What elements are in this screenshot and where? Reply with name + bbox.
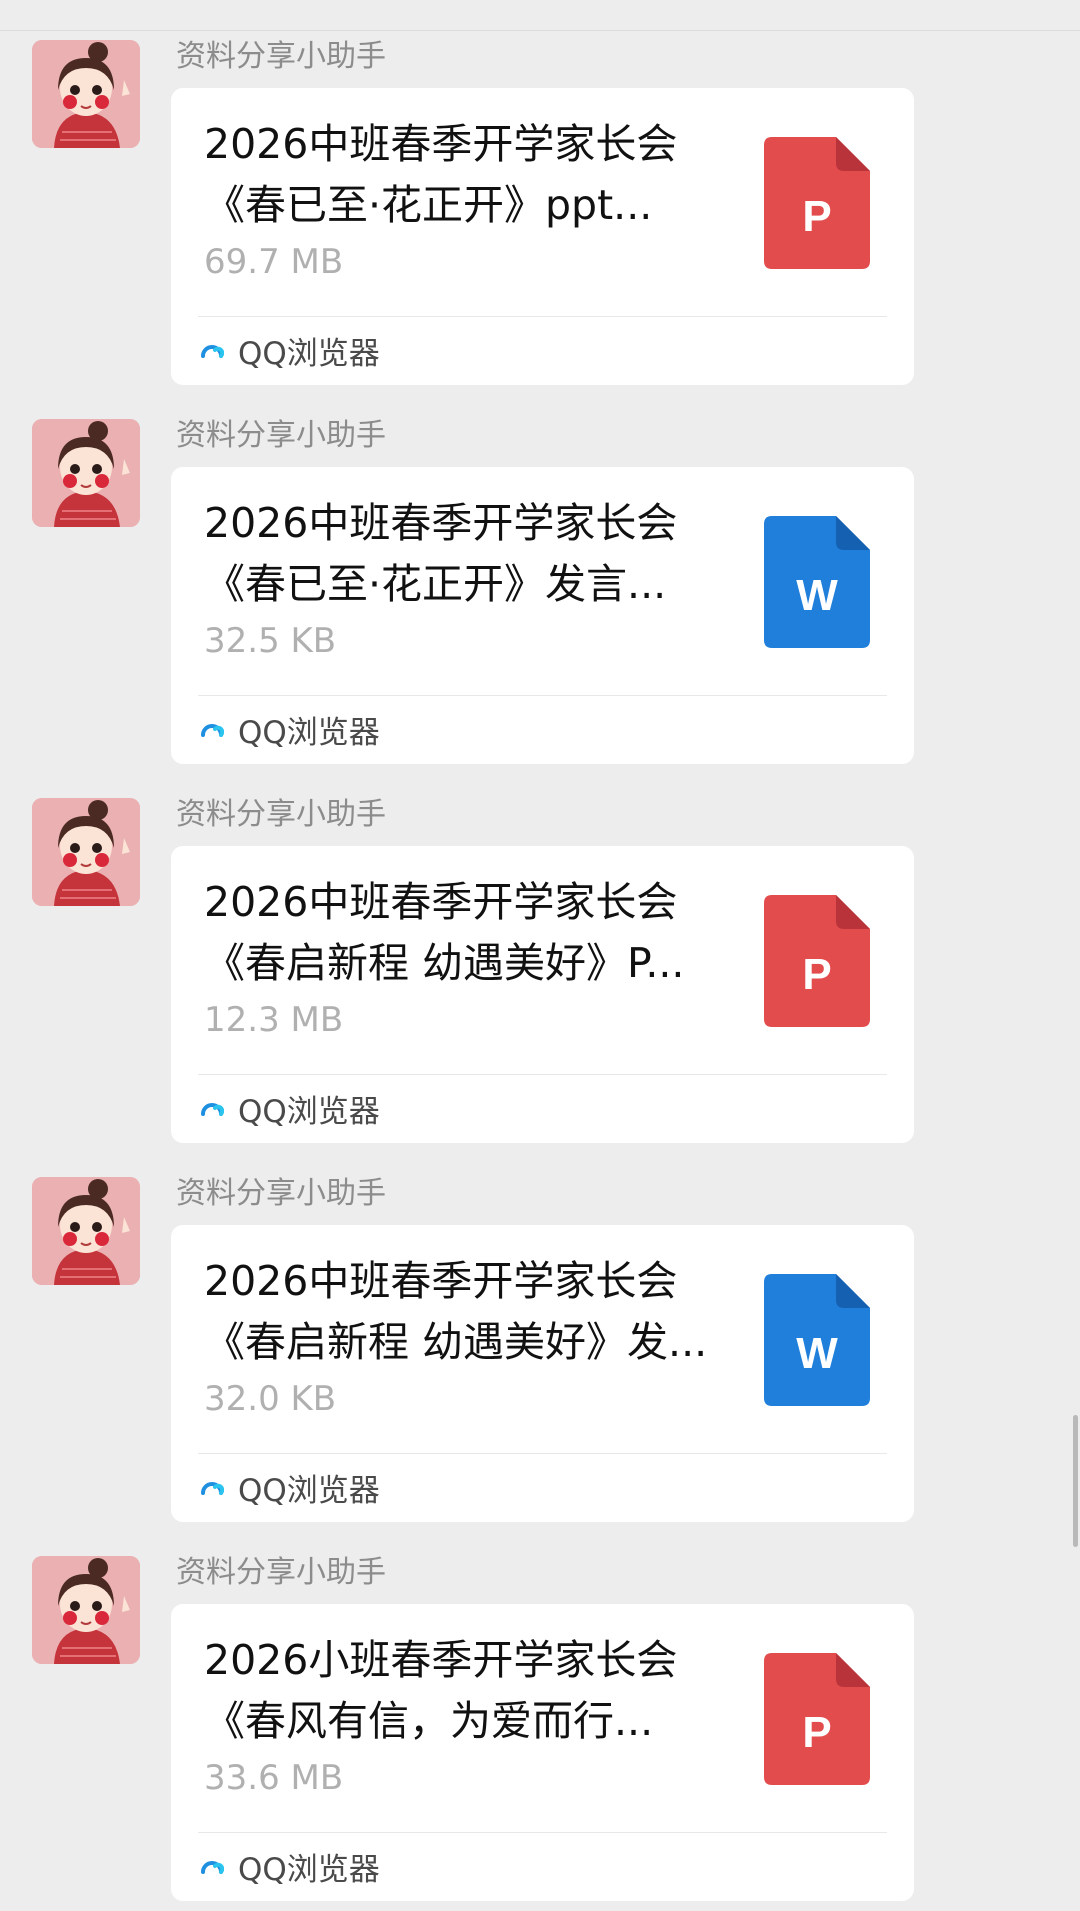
file-title: 2026中班春季开学家长会 《春已至·花正开》ppt... (204, 114, 734, 236)
source-label: QQ浏览器 (238, 1093, 380, 1130)
file-size: 33.6 MB (204, 1758, 344, 1798)
file-title-line1: 2026小班春季开学家长会 (204, 1636, 678, 1684)
file-title: 2026中班春季开学家长会 《春启新程 幼遇美好》发... (204, 1251, 734, 1373)
qq-browser-icon (201, 1482, 224, 1495)
source-app: QQ浏览器 (200, 1086, 380, 1130)
source-label: QQ浏览器 (238, 1472, 380, 1509)
chat-message: 资料分享小助手 2026小班春季开学家长会 《春风有信，为爱而行... 33.6… (0, 1551, 1080, 1911)
chat-message: 资料分享小助手 2026中班春季开学家长会 《春启新程 幼遇美好》发... 32… (0, 1172, 1080, 1532)
card-divider (198, 1074, 887, 1075)
file-title-line2: 《春已至·花正开》发言... (204, 560, 667, 608)
word-file-icon: W (764, 516, 870, 648)
qq-browser-icon (201, 1103, 224, 1116)
ppt-file-icon: P (764, 1653, 870, 1785)
file-size: 69.7 MB (204, 242, 344, 282)
file-title-line2: 《春启新程 幼遇美好》发... (204, 1318, 708, 1366)
avatar[interactable] (32, 419, 140, 527)
file-card[interactable]: 2026中班春季开学家长会 《春已至·花正开》发言... 32.5 KB W Q… (171, 467, 914, 764)
card-divider (198, 1832, 887, 1833)
file-card[interactable]: 2026中班春季开学家长会 《春已至·花正开》ppt... 69.7 MB P … (171, 88, 914, 385)
file-title-line1: 2026中班春季开学家长会 (204, 120, 678, 168)
svg-text:P: P (802, 192, 831, 241)
file-size: 12.3 MB (204, 1000, 344, 1040)
avatar[interactable] (32, 1556, 140, 1664)
file-card[interactable]: 2026中班春季开学家长会 《春启新程 幼遇美好》发... 32.0 KB W … (171, 1225, 914, 1522)
source-app: QQ浏览器 (200, 328, 380, 372)
file-card[interactable]: 2026中班春季开学家长会 《春启新程 幼遇美好》P... 12.3 MB P … (171, 846, 914, 1143)
qq-browser-icon (201, 1861, 224, 1874)
sender-name: 资料分享小助手 (176, 1176, 386, 1211)
sender-name: 资料分享小助手 (176, 797, 386, 832)
top-divider (0, 30, 1080, 31)
sender-name: 资料分享小助手 (176, 1555, 386, 1590)
file-size: 32.5 KB (204, 621, 337, 661)
qq-browser-icon (201, 724, 224, 737)
file-title-line1: 2026中班春季开学家长会 (204, 1257, 678, 1305)
sender-name: 资料分享小助手 (176, 39, 386, 74)
file-title: 2026中班春季开学家长会 《春启新程 幼遇美好》P... (204, 872, 734, 994)
ppt-file-icon: P (764, 895, 870, 1027)
svg-text:W: W (796, 571, 838, 620)
card-divider (198, 1453, 887, 1454)
chat-message: 资料分享小助手 2026中班春季开学家长会 《春已至·花正开》ppt... 69… (0, 35, 1080, 395)
file-title-line2: 《春风有信，为爱而行... (204, 1697, 654, 1745)
svg-text:P: P (802, 1708, 831, 1757)
file-title-line2: 《春启新程 幼遇美好》P... (204, 939, 685, 987)
avatar[interactable] (32, 798, 140, 906)
card-divider (198, 316, 887, 317)
source-label: QQ浏览器 (238, 335, 380, 372)
file-title-line1: 2026中班春季开学家长会 (204, 499, 678, 547)
ppt-file-icon: P (764, 137, 870, 269)
file-title: 2026小班春季开学家长会 《春风有信，为爱而行... (204, 1630, 734, 1752)
word-file-icon: W (764, 1274, 870, 1406)
source-label: QQ浏览器 (238, 714, 380, 751)
file-title: 2026中班春季开学家长会 《春已至·花正开》发言... (204, 493, 734, 615)
svg-text:P: P (802, 950, 831, 999)
file-title-line2: 《春已至·花正开》ppt... (204, 181, 653, 229)
source-label: QQ浏览器 (238, 1851, 380, 1888)
svg-text:W: W (796, 1329, 838, 1378)
qq-browser-icon (201, 345, 224, 358)
scrollbar[interactable] (1073, 1415, 1078, 1547)
chat-message: 资料分享小助手 2026中班春季开学家长会 《春启新程 幼遇美好》P... 12… (0, 793, 1080, 1153)
source-app: QQ浏览器 (200, 1844, 380, 1888)
file-size: 32.0 KB (204, 1379, 337, 1419)
avatar[interactable] (32, 40, 140, 148)
card-divider (198, 695, 887, 696)
chat-message: 资料分享小助手 2026中班春季开学家长会 《春已至·花正开》发言... 32.… (0, 414, 1080, 774)
source-app: QQ浏览器 (200, 707, 380, 751)
sender-name: 资料分享小助手 (176, 418, 386, 453)
avatar[interactable] (32, 1177, 140, 1285)
file-title-line1: 2026中班春季开学家长会 (204, 878, 678, 926)
source-app: QQ浏览器 (200, 1465, 380, 1509)
file-card[interactable]: 2026小班春季开学家长会 《春风有信，为爱而行... 33.6 MB P QQ… (171, 1604, 914, 1901)
